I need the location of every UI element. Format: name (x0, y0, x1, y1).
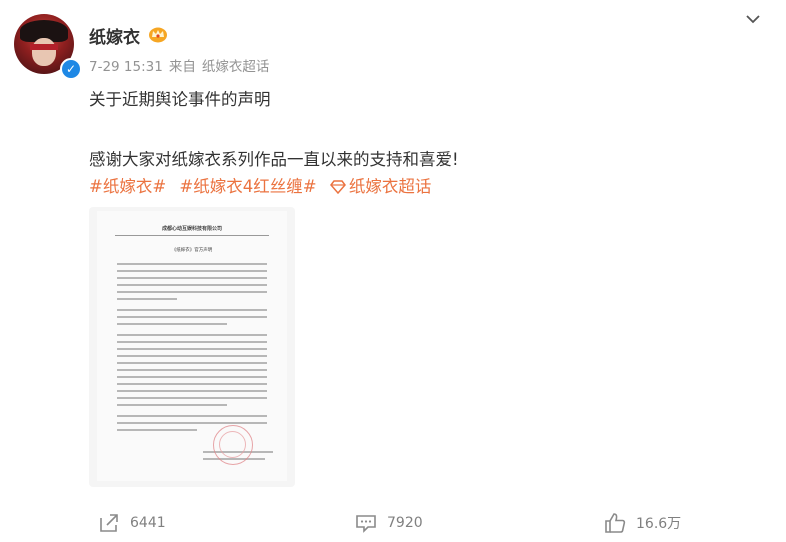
document-text-line (117, 270, 267, 272)
comment-icon (356, 515, 376, 533)
document-text-line (117, 348, 267, 350)
diamond-icon (329, 180, 346, 194)
like-icon (605, 513, 626, 533)
document-text-line (117, 383, 267, 385)
document-divider (115, 235, 269, 236)
document-text-line (117, 362, 267, 364)
share-button[interactable]: 6441 (98, 508, 166, 538)
document-text-line (117, 376, 267, 378)
document-text-line (117, 369, 267, 371)
post-meta: 7-29 15:31 来自 纸嫁衣超话 (89, 55, 269, 75)
like-count: 16.6万 (636, 516, 682, 532)
vip-crown-icon (149, 27, 167, 43)
chevron-down-icon[interactable] (745, 13, 761, 25)
document-text-line (117, 355, 267, 357)
company-seal (213, 425, 253, 465)
document-text-line (117, 390, 267, 392)
document-text-line (117, 284, 267, 286)
post-time[interactable]: 7-29 15:31 (89, 59, 163, 75)
supertopic-link[interactable]: 纸嫁衣超话 (329, 177, 432, 196)
post-text-body: 感谢大家对纸嫁衣系列作品一直以来的支持和喜爱! (89, 150, 459, 169)
document-text-line (117, 291, 267, 293)
comment-count: 7920 (387, 515, 423, 531)
document-company: 成都心动互娱科技有限公司 (161, 226, 222, 232)
document-text-line (117, 334, 267, 336)
document-title: 《纸嫁衣》官方声明 (171, 248, 213, 253)
document-text-line (117, 397, 267, 399)
like-button[interactable]: 16.6万 (604, 508, 681, 538)
action-bar: 6441 7920 16.6万 (0, 508, 786, 538)
document-text-line (117, 341, 267, 343)
post-tags: #纸嫁衣# #纸嫁衣4红丝缠# 纸嫁衣超话 (89, 173, 439, 197)
statement-document: 成都心动互娱科技有限公司 《纸嫁衣》官方声明 (97, 211, 287, 481)
share-count: 6441 (130, 515, 166, 531)
statement-image[interactable]: 成都心动互娱科技有限公司 《纸嫁衣》官方声明 (89, 207, 295, 487)
document-text-line (117, 415, 267, 417)
source-link[interactable]: 纸嫁衣超话 (202, 59, 270, 75)
hashtag-link[interactable]: #纸嫁衣# (89, 177, 166, 196)
source-prefix: 来自 (168, 59, 196, 75)
post-text-title: 关于近期舆论事件的声明 (89, 90, 271, 109)
document-text-line (117, 422, 267, 424)
avatar-blindfold (30, 44, 58, 50)
document-text-line (117, 429, 197, 431)
document-text-line (117, 323, 227, 325)
document-text-line (117, 263, 267, 265)
supertopic-label: 纸嫁衣超话 (348, 177, 432, 196)
document-text-line (117, 309, 267, 311)
document-text-line (117, 316, 267, 318)
document-text-line (117, 277, 267, 279)
username[interactable]: 纸嫁衣 (89, 23, 140, 48)
hashtag-link[interactable]: #纸嫁衣4红丝缠# (179, 177, 316, 196)
document-text-line (117, 404, 227, 406)
avatar-face (32, 38, 56, 66)
share-icon (100, 514, 118, 532)
comment-button[interactable]: 7920 (355, 508, 423, 538)
document-text-line (117, 298, 177, 300)
verified-icon: ✓ (60, 58, 82, 80)
